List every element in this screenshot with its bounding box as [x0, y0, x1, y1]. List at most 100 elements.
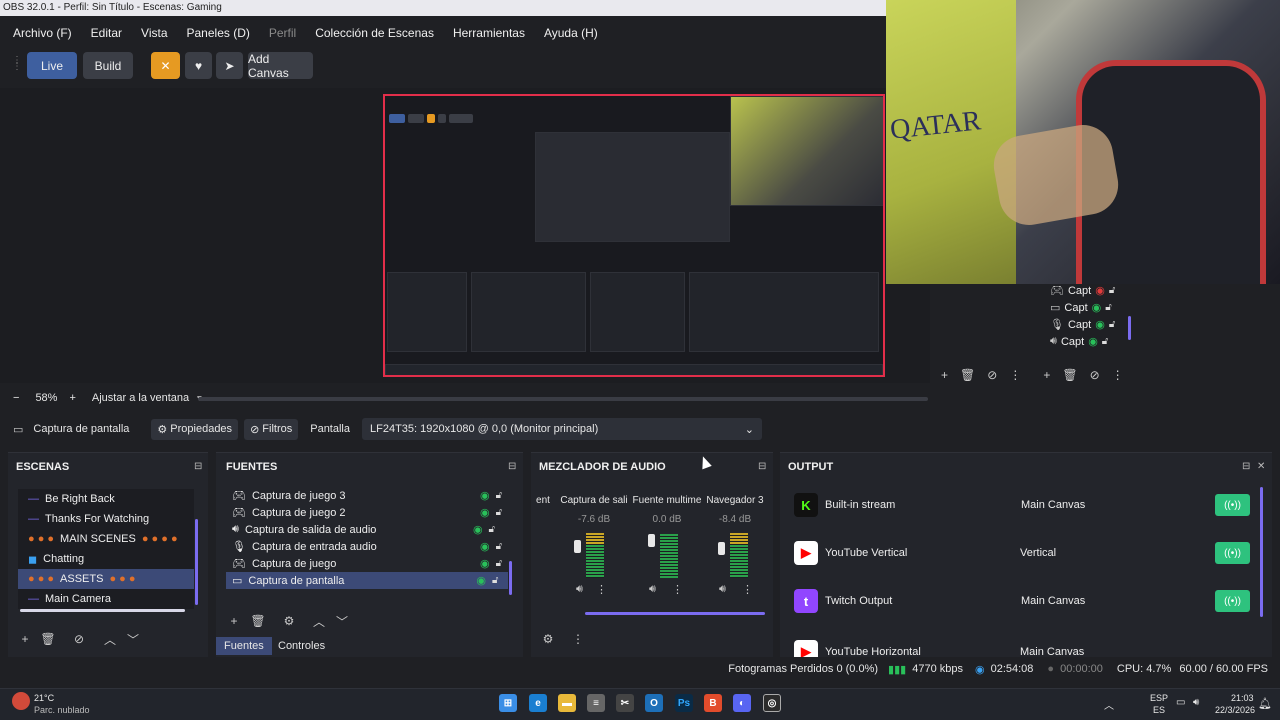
maximize-icon[interactable]: ⊟: [758, 461, 766, 472]
eye-icon[interactable]: ◉: [1092, 301, 1102, 314]
outlook-icon[interactable]: O: [645, 694, 663, 712]
lock-icon[interactable]: 🔓︎: [492, 575, 498, 586]
list-item[interactable]: — Main Camera: [18, 589, 194, 609]
list-item[interactable]: 🎮︎ Captura de juego 3 ◉ 🔓︎: [226, 487, 508, 504]
eye-icon[interactable]: ◉: [1095, 284, 1105, 297]
list-item[interactable]: ▭ Captura de pantalla ◉ 🔓︎: [226, 572, 508, 589]
tools-icon[interactable]: ✕: [151, 52, 180, 79]
list-item[interactable]: — Be Right Back: [18, 489, 194, 509]
eye-icon[interactable]: ◉: [476, 574, 486, 587]
language-top[interactable]: ESP: [1150, 693, 1168, 703]
menu-paneles[interactable]: Paneles (D): [174, 22, 256, 42]
weather-temp[interactable]: 21°C: [34, 693, 54, 703]
eye-icon[interactable]: ◉: [473, 523, 483, 536]
build-button[interactable]: Build: [83, 52, 133, 79]
tab-fuentes[interactable]: Fuentes: [216, 637, 272, 655]
photoshop-icon[interactable]: Ps: [675, 694, 693, 712]
trash-icon[interactable]: 🗑︎: [39, 630, 57, 648]
side-source-row[interactable]: 🎮︎ Capt ◉ 🔓︎: [1050, 283, 1135, 298]
move-up-icon[interactable]: ︿: [310, 612, 328, 630]
lock-icon[interactable]: 🔓︎: [496, 558, 502, 569]
chevron-up-icon[interactable]: ︿: [1104, 697, 1114, 712]
list-item[interactable]: — Thanks For Watching: [18, 509, 194, 529]
eye-icon[interactable]: ◉: [480, 489, 490, 502]
filter-icon[interactable]: ⊘: [70, 630, 88, 648]
list-item[interactable]: 🎙︎ Captura de entrada audio ◉ 🔓︎: [226, 538, 508, 555]
speaker-icon[interactable]: 🔊︎: [576, 583, 583, 596]
side-source-row[interactable]: ▭ Capt ◉ 🔓︎: [1050, 300, 1135, 315]
output-row[interactable]: t Twitch Output Main Canvas ((•)): [794, 584, 1254, 618]
edge-icon[interactable]: e: [529, 694, 547, 712]
maximize-icon[interactable]: ⊟: [194, 461, 202, 472]
lock-icon[interactable]: 🔓︎: [1105, 302, 1111, 313]
more-icon[interactable]: ⋮: [1009, 368, 1021, 384]
maximize-icon[interactable]: ⊟: [1242, 461, 1250, 472]
more-icon[interactable]: ⋮: [596, 583, 607, 596]
move-down-icon[interactable]: ﹀: [124, 630, 142, 648]
sources-scrollbar[interactable]: [509, 561, 512, 595]
output-row[interactable]: ▶ YouTube Horizontal Main Canvas: [794, 635, 1254, 657]
notification-icon[interactable]: 🔔︎: [1258, 697, 1272, 710]
filters-button[interactable]: ⊘ Filtros: [244, 418, 299, 440]
gear-icon[interactable]: ⚙: [280, 612, 298, 630]
speaker-icon[interactable]: 🔊︎: [719, 583, 726, 596]
tab-controles[interactable]: Controles: [270, 637, 333, 655]
filter-icon[interactable]: ⊘: [987, 368, 997, 384]
lock-icon[interactable]: 🔓︎: [496, 507, 502, 518]
obs-icon[interactable]: ◎: [763, 694, 781, 712]
filter-icon[interactable]: ⊘: [1090, 368, 1100, 384]
add-canvas-button[interactable]: Add Canvas: [248, 52, 313, 80]
output-row[interactable]: K Built-in stream Main Canvas ((•)): [794, 488, 1254, 522]
eye-icon[interactable]: ◉: [480, 557, 490, 570]
weather-icon[interactable]: [12, 692, 30, 710]
list-item[interactable]: 🎮︎ Captura de juego 2 ◉ 🔓︎: [226, 504, 508, 521]
zoom-in-button[interactable]: +: [69, 392, 75, 404]
notepad-icon[interactable]: ≡: [587, 694, 605, 712]
add-icon[interactable]: +: [941, 368, 948, 384]
fit-to-window-select[interactable]: Ajustar a la ventana: [92, 392, 189, 404]
menu-coleccion[interactable]: Colección de Escenas: [302, 22, 440, 42]
move-up-icon[interactable]: ︿: [101, 630, 119, 648]
output-scrollbar[interactable]: [1260, 487, 1263, 617]
volume-fader[interactable]: [574, 540, 581, 553]
broadcast-toggle-icon[interactable]: ((•)): [1215, 542, 1250, 564]
lock-icon[interactable]: 🔓︎: [489, 524, 495, 535]
more-icon[interactable]: ⋮: [742, 583, 753, 596]
live-button[interactable]: Live: [27, 52, 77, 79]
trash-icon[interactable]: 🗑︎: [249, 612, 267, 630]
list-item[interactable]: ◼ Chatting: [18, 549, 194, 569]
list-item[interactable]: ● ● ● MAIN SCENES ● ● ● ●: [18, 529, 194, 549]
speaker-icon[interactable]: 🔊︎: [649, 583, 656, 596]
preview-screen-capture[interactable]: [383, 94, 885, 377]
add-source-icon[interactable]: +: [225, 612, 243, 630]
more-icon[interactable]: ⋮: [569, 630, 587, 648]
trash-icon[interactable]: 🗑︎: [960, 368, 975, 384]
more-icon[interactable]: ⋮: [672, 583, 683, 596]
scenes-vscrollbar[interactable]: [195, 519, 198, 605]
side-source-row[interactable]: 🎙︎ Capt ◉ 🔓︎: [1050, 317, 1135, 332]
lock-icon[interactable]: 🔓︎: [496, 490, 502, 501]
menu-vista[interactable]: Vista: [128, 22, 173, 42]
maximize-icon[interactable]: ⊟: [508, 461, 516, 472]
scenes-scrollbar[interactable]: [20, 609, 185, 612]
menu-perfil[interactable]: Perfil: [256, 22, 302, 42]
heart-icon[interactable]: ♥: [185, 52, 212, 79]
menu-editar[interactable]: Editar: [78, 22, 128, 42]
volume-icon[interactable]: 🔊︎: [1193, 697, 1199, 708]
share-icon[interactable]: ➤: [216, 52, 243, 79]
eye-icon[interactable]: ◉: [480, 506, 490, 519]
brave-icon[interactable]: B: [704, 694, 722, 712]
toolbar-grip-icon[interactable]: ⋮ ⋮: [12, 56, 22, 76]
menu-archivo[interactable]: Archivo (F): [0, 22, 78, 42]
broadcast-toggle-icon[interactable]: ((•)): [1215, 590, 1250, 612]
eye-icon[interactable]: ◉: [1088, 335, 1098, 348]
lock-icon[interactable]: 🔓︎: [1109, 319, 1115, 330]
menu-ayuda[interactable]: Ayuda (H): [531, 22, 604, 42]
menu-herramientas[interactable]: Herramientas: [440, 22, 531, 42]
mixer-scrollbar[interactable]: [585, 612, 765, 615]
capture-icon[interactable]: ✂: [616, 694, 634, 712]
list-item[interactable]: ● ● ● ASSETS ● ● ●: [18, 569, 194, 589]
side-source-row[interactable]: 🔊︎ Capt ◉ 🔓︎: [1050, 334, 1135, 349]
gear-icon[interactable]: ⚙: [539, 630, 557, 648]
properties-button[interactable]: ⚙ Propiedades: [151, 418, 239, 440]
